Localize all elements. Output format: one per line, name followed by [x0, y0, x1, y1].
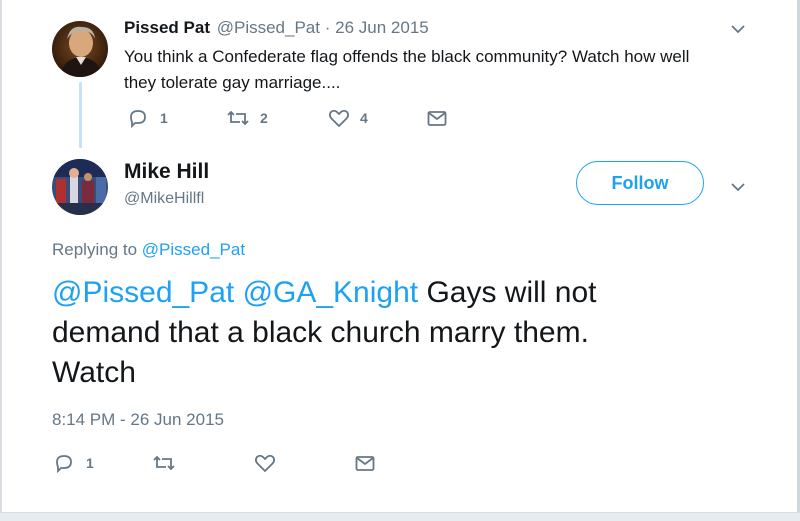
parent-tweet-header: Pissed Pat @Pissed_Pat · 26 Jun 2015: [124, 18, 429, 38]
text-line: Watch: [52, 356, 136, 389]
window-edge-left: [0, 0, 2, 520]
replying-to: Replying to @Pissed_Pat: [52, 240, 245, 260]
like-count: 4: [360, 110, 368, 126]
like-button[interactable]: [254, 453, 276, 473]
tweet-text: @Pissed_Pat @GA_Knight Gays will not dem…: [52, 273, 597, 393]
retweet-icon: [153, 455, 175, 471]
mention-link[interactable]: @GA_Knight: [243, 276, 419, 309]
replying-prefix: Replying to: [52, 240, 138, 259]
reply-count: 1: [160, 110, 168, 126]
tweet-date[interactable]: 26 Jun 2015: [335, 18, 429, 37]
author-name[interactable]: Pissed Pat: [124, 18, 210, 37]
mention-link[interactable]: @Pissed_Pat: [52, 276, 234, 309]
parent-tweet-text: You think a Confederate flag offends the…: [124, 44, 689, 96]
retweet-icon: [227, 110, 249, 126]
author-handle[interactable]: @Pissed_Pat: [217, 18, 320, 37]
reply-icon: [130, 110, 146, 128]
text-line: demand that a black church marry them.: [52, 316, 589, 349]
reply-icon: [56, 455, 72, 473]
avatar[interactable]: [52, 159, 108, 215]
follow-button[interactable]: Follow: [576, 161, 704, 205]
envelope-icon: [427, 111, 447, 126]
heart-icon: [328, 109, 350, 128]
text-line: they tolerate gay marriage....: [124, 73, 341, 92]
retweet-count: 2: [260, 110, 268, 126]
replying-to-link[interactable]: @Pissed_Pat: [142, 240, 245, 259]
chevron-down-icon[interactable]: [731, 182, 745, 192]
author-handle[interactable]: @MikeHillfl: [124, 190, 204, 208]
direct-message-button[interactable]: [355, 455, 375, 472]
envelope-icon: [355, 456, 375, 471]
text-segment: Gays will not: [426, 276, 597, 309]
heart-icon: [254, 454, 276, 473]
reply-button[interactable]: 1: [128, 108, 168, 128]
direct-message-button[interactable]: [427, 110, 447, 127]
reply-count: 1: [86, 455, 94, 471]
retweet-button[interactable]: 2: [226, 108, 268, 128]
text-line: You think a Confederate flag offends the…: [124, 47, 690, 66]
chevron-down-icon[interactable]: [731, 24, 745, 34]
reply-button[interactable]: 1: [54, 453, 94, 473]
tweet-timestamp[interactable]: 8:14 PM - 26 Jun 2015: [52, 410, 224, 430]
author-name[interactable]: Mike Hill: [124, 160, 209, 184]
like-button[interactable]: 4: [328, 108, 368, 128]
thread-connector-line: [79, 82, 82, 148]
separator-dot: ·: [324, 18, 331, 37]
retweet-button[interactable]: [152, 453, 176, 473]
avatar[interactable]: [52, 21, 108, 77]
